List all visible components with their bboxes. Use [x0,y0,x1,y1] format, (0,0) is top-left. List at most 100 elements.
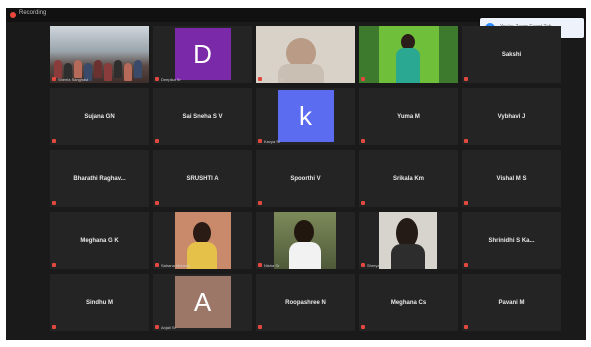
participant-name: Shrinidhi S Ka... [488,237,535,244]
muted-mic-icon [258,77,262,81]
muted-mic-icon [155,263,159,267]
participant-avatar: k [277,90,334,142]
participant-caption: Kavya Sr [264,139,281,144]
participant-name: Sujana GN [84,113,115,120]
participant-name: Pavani M [498,299,525,306]
muted-mic-icon [258,139,262,143]
participant-name: Yuma M [397,113,420,120]
muted-mic-icon [361,139,365,143]
participant-figure [114,60,122,78]
participant-tile[interactable]: SRUSHTI A [153,150,252,207]
participant-tile[interactable]: Sai Sneha S V [153,88,252,145]
muted-mic-icon [361,325,365,329]
participant-avatar: A [174,276,231,328]
participant-tile[interactable]: Meghana Cs [359,274,458,331]
participant-name: Vishal M S [496,175,527,182]
participant-tile[interactable]: Sheela Sanghavi [50,26,149,83]
participant-figure [124,63,132,81]
participant-tile[interactable] [359,26,458,83]
participant-figure [134,60,142,78]
participant-tile[interactable]: Sakshi [462,26,561,83]
muted-mic-icon [464,263,468,267]
muted-mic-icon [52,325,56,329]
muted-mic-icon [52,201,56,205]
green-wall-video [359,26,458,83]
participant-name: Meghana Cs [390,299,427,306]
participant-tile[interactable]: Spoorthi V [256,150,355,207]
participant-avatar: D [174,28,231,80]
muted-mic-icon [155,201,159,205]
muted-mic-icon [361,77,365,81]
muted-mic-icon [258,201,262,205]
participant-body [396,48,420,83]
webcam-video [256,26,355,83]
participant-tile[interactable]: Vybhavi J [462,88,561,145]
participant-name: Sai Sneha S V [182,113,223,120]
participant-name: Sindhu M [86,299,113,306]
participant-caption: Shreya Sr [367,263,385,268]
participant-body [391,244,425,269]
participant-tile[interactable]: Roopashree N [256,274,355,331]
participant-tile[interactable]: Srikala Km [359,150,458,207]
participant-tile[interactable]: Nisha Sr [256,212,355,269]
participant-name: Spoorthi V [290,175,321,182]
muted-mic-icon [52,139,56,143]
participant-tile[interactable]: k Kavya Sr [256,88,355,145]
participant-tile[interactable]: Meghana G K [50,212,149,269]
participant-tile[interactable]: A Anjali Sr [153,274,252,331]
outdoor-video [274,212,336,269]
muted-mic-icon [464,201,468,205]
brick-wall-video [175,212,231,269]
participant-caption: Sheela Sanghavi [58,77,89,82]
participant-name: Srikala Km [392,175,425,182]
participant-tile[interactable]: Bharathi Raghav... [50,150,149,207]
muted-mic-icon [361,201,365,205]
muted-mic-icon [464,77,468,81]
participant-tile[interactable]: D Deepika Sr [153,26,252,83]
participant-name: Bharathi Raghav... [73,175,126,182]
muted-mic-icon [155,139,159,143]
participant-figure [54,60,62,78]
muted-mic-icon [464,139,468,143]
recording-icon [10,12,16,18]
participant-caption: Sahana Mahesh [161,263,191,268]
participant-tile[interactable]: Vishal M S [462,150,561,207]
participant-name: Vybhavi J [497,113,526,120]
participant-body [278,64,324,83]
muted-mic-icon [155,325,159,329]
participant-tile[interactable]: Shrinidhi S Ka... [462,212,561,269]
muted-mic-icon [258,263,262,267]
participant-tile[interactable]: Pavani M [462,274,561,331]
participant-tile[interactable]: Sindhu M [50,274,149,331]
muted-mic-icon [155,77,159,81]
participant-caption: Nisha Sr [264,263,280,268]
participant-tile[interactable]: Harshini Sr [256,26,355,83]
participant-tile[interactable]: Sujana GN [50,88,149,145]
participant-name: SRUSHTI A [186,175,219,182]
participant-tile[interactable]: Shreya Sr [359,212,458,269]
participant-body [289,242,321,269]
indoor-video [379,212,437,269]
participant-figure [294,220,314,244]
recording-label: Recording [19,10,47,16]
participant-caption: Deepika Sr [161,77,181,82]
participant-tile[interactable]: Yuma M [359,88,458,145]
participant-figure [94,60,102,78]
classroom-video [50,26,149,83]
participant-tile[interactable]: Sahana Mahesh [153,212,252,269]
participant-body [187,242,217,269]
muted-mic-icon [361,263,365,267]
participant-figure [74,60,82,78]
participant-figure [104,63,112,81]
participant-name: Meghana G K [80,237,119,244]
participant-figure [193,222,211,244]
muted-mic-icon [258,325,262,329]
muted-mic-icon [52,77,56,81]
muted-mic-icon [52,263,56,267]
participant-name: Sakshi [501,51,522,58]
participant-name: Roopashree N [285,299,326,306]
zoom-meeting-window: Recording You're Zoom Event Tab Sheela S… [6,8,586,340]
muted-mic-icon [464,325,468,329]
participant-caption: Harshini Sr [264,77,284,82]
participant-caption: Anjali Sr [161,325,176,330]
